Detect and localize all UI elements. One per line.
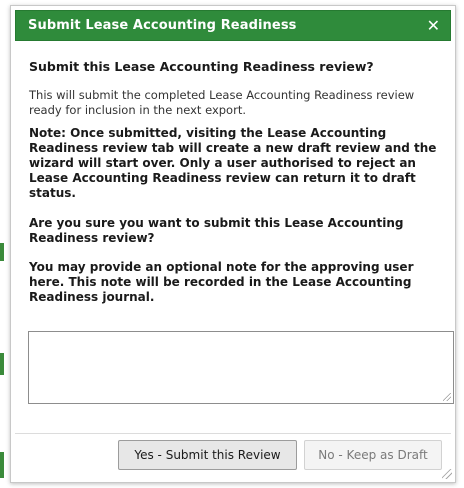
note-field-wrapper	[28, 331, 454, 404]
button-bar-divider	[15, 433, 451, 434]
dialog-heading: Submit this Lease Accounting Readiness r…	[29, 59, 374, 74]
textarea-resize-grip-icon[interactable]	[443, 393, 451, 401]
note-prompt: You may provide an optional note for the…	[29, 260, 414, 304]
dialog-description: This will submit the completed Lease Acc…	[29, 88, 415, 117]
dialog-titlebar[interactable]: Submit Lease Accounting Readiness ✕	[15, 10, 451, 41]
confirm-question: Are you sure you want to submit this Lea…	[29, 216, 404, 245]
background-page-strip	[0, 452, 4, 478]
approver-note-textarea[interactable]	[28, 331, 454, 404]
submit-dialog: Submit Lease Accounting Readiness ✕ Subm…	[10, 5, 456, 483]
close-icon[interactable]: ✕	[427, 17, 440, 34]
background-page-strip	[0, 243, 4, 261]
note-warning: Note: Once submitted, visiting the Lease…	[29, 126, 437, 200]
dialog-content: Submit this Lease Accounting Readiness r…	[29, 59, 441, 305]
dialog-resize-grip-icon[interactable]	[442, 469, 452, 479]
background-page-strip	[0, 353, 4, 375]
submit-review-button[interactable]: Yes - Submit this Review	[118, 440, 297, 470]
dialog-title: Submit Lease Accounting Readiness	[28, 18, 297, 33]
keep-draft-button[interactable]: No - Keep as Draft	[304, 440, 442, 470]
